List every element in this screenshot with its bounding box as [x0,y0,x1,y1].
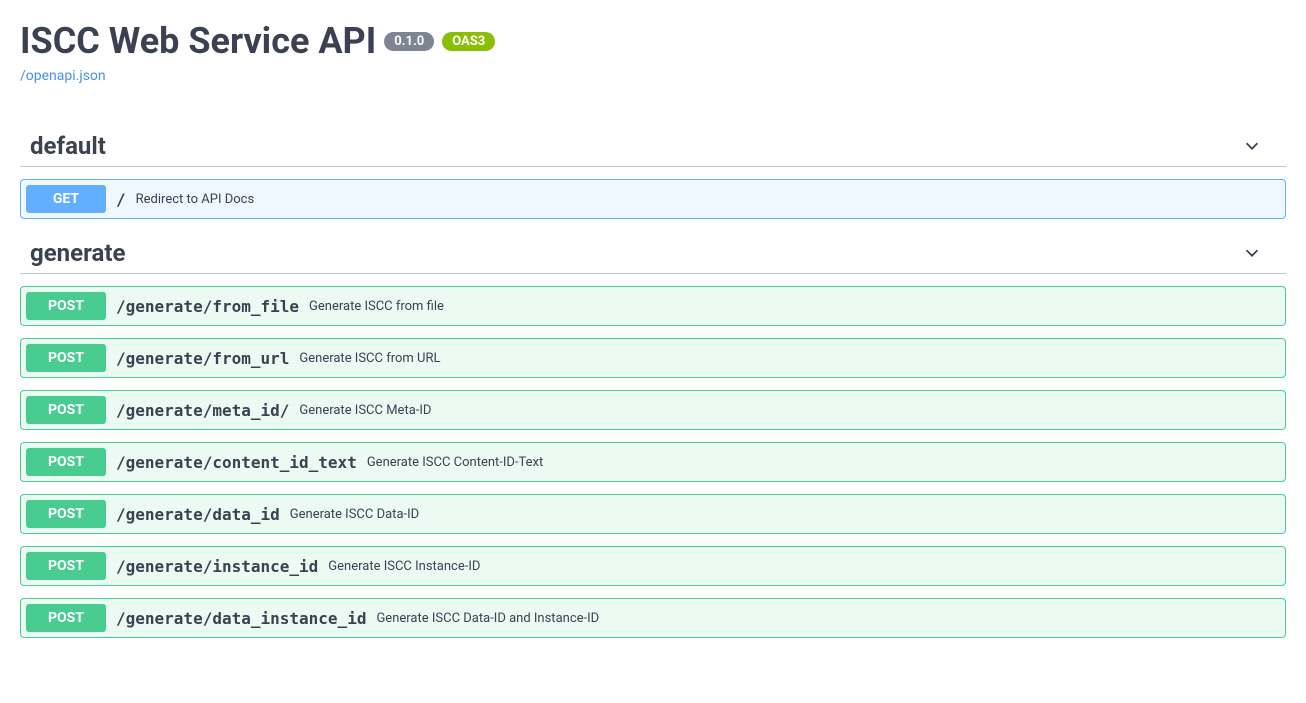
operation-path: /generate/instance_id [116,557,318,576]
operation-description: Generate ISCC from file [309,299,1280,314]
operation-row[interactable]: GET / Redirect to API Docs [20,179,1286,219]
method-badge: POST [26,552,106,580]
method-badge: POST [26,344,106,372]
operation-path: / [116,190,126,209]
method-badge: GET [26,185,106,213]
operation-description: Generate ISCC Content-ID-Text [367,455,1280,470]
operation-row[interactable]: POST /generate/meta_id/ Generate ISCC Me… [20,390,1286,430]
method-badge: POST [26,500,106,528]
api-header: ISCC Web Service API 0.1.0 OAS3 /openapi… [20,20,1286,84]
operation-row[interactable]: POST /generate/from_file Generate ISCC f… [20,286,1286,326]
operation-path: /generate/data_instance_id [116,609,366,628]
operation-description: Generate ISCC Data-ID and Instance-ID [376,611,1280,626]
tag-name: default [30,132,106,160]
operation-description: Generate ISCC Data-ID [290,507,1280,522]
method-badge: POST [26,396,106,424]
operation-path: /generate/from_file [116,297,299,316]
method-badge: POST [26,604,106,632]
oas-badge: OAS3 [442,32,495,51]
operation-description: Generate ISCC Instance-ID [328,559,1280,574]
version-badge: 0.1.0 [384,32,434,51]
operation-path: /generate/data_id [116,505,280,524]
operation-description: Redirect to API Docs [136,192,1280,207]
tag-section-generate: generate POST /generate/from_file Genera… [20,231,1286,638]
method-badge: POST [26,448,106,476]
operation-row[interactable]: POST /generate/content_id_text Generate … [20,442,1286,482]
operation-row[interactable]: POST /generate/data_instance_id Generate… [20,598,1286,638]
operation-row[interactable]: POST /generate/from_url Generate ISCC fr… [20,338,1286,378]
tag-name: generate [30,239,125,267]
method-badge: POST [26,292,106,320]
operation-row[interactable]: POST /generate/instance_id Generate ISCC… [20,546,1286,586]
operation-path: /generate/from_url [116,349,289,368]
spec-link[interactable]: /openapi.json [20,68,106,84]
tag-header-default[interactable]: default [20,124,1286,167]
operation-description: Generate ISCC Meta-ID [299,403,1280,418]
operation-path: /generate/meta_id/ [116,401,289,420]
chevron-down-icon [1242,136,1262,156]
chevron-down-icon [1242,243,1262,263]
api-title: ISCC Web Service API [20,20,376,62]
tag-section-default: default GET / Redirect to API Docs [20,124,1286,219]
operation-row[interactable]: POST /generate/data_id Generate ISCC Dat… [20,494,1286,534]
operation-path: /generate/content_id_text [116,453,357,472]
tag-header-generate[interactable]: generate [20,231,1286,274]
operation-description: Generate ISCC from URL [299,351,1280,366]
